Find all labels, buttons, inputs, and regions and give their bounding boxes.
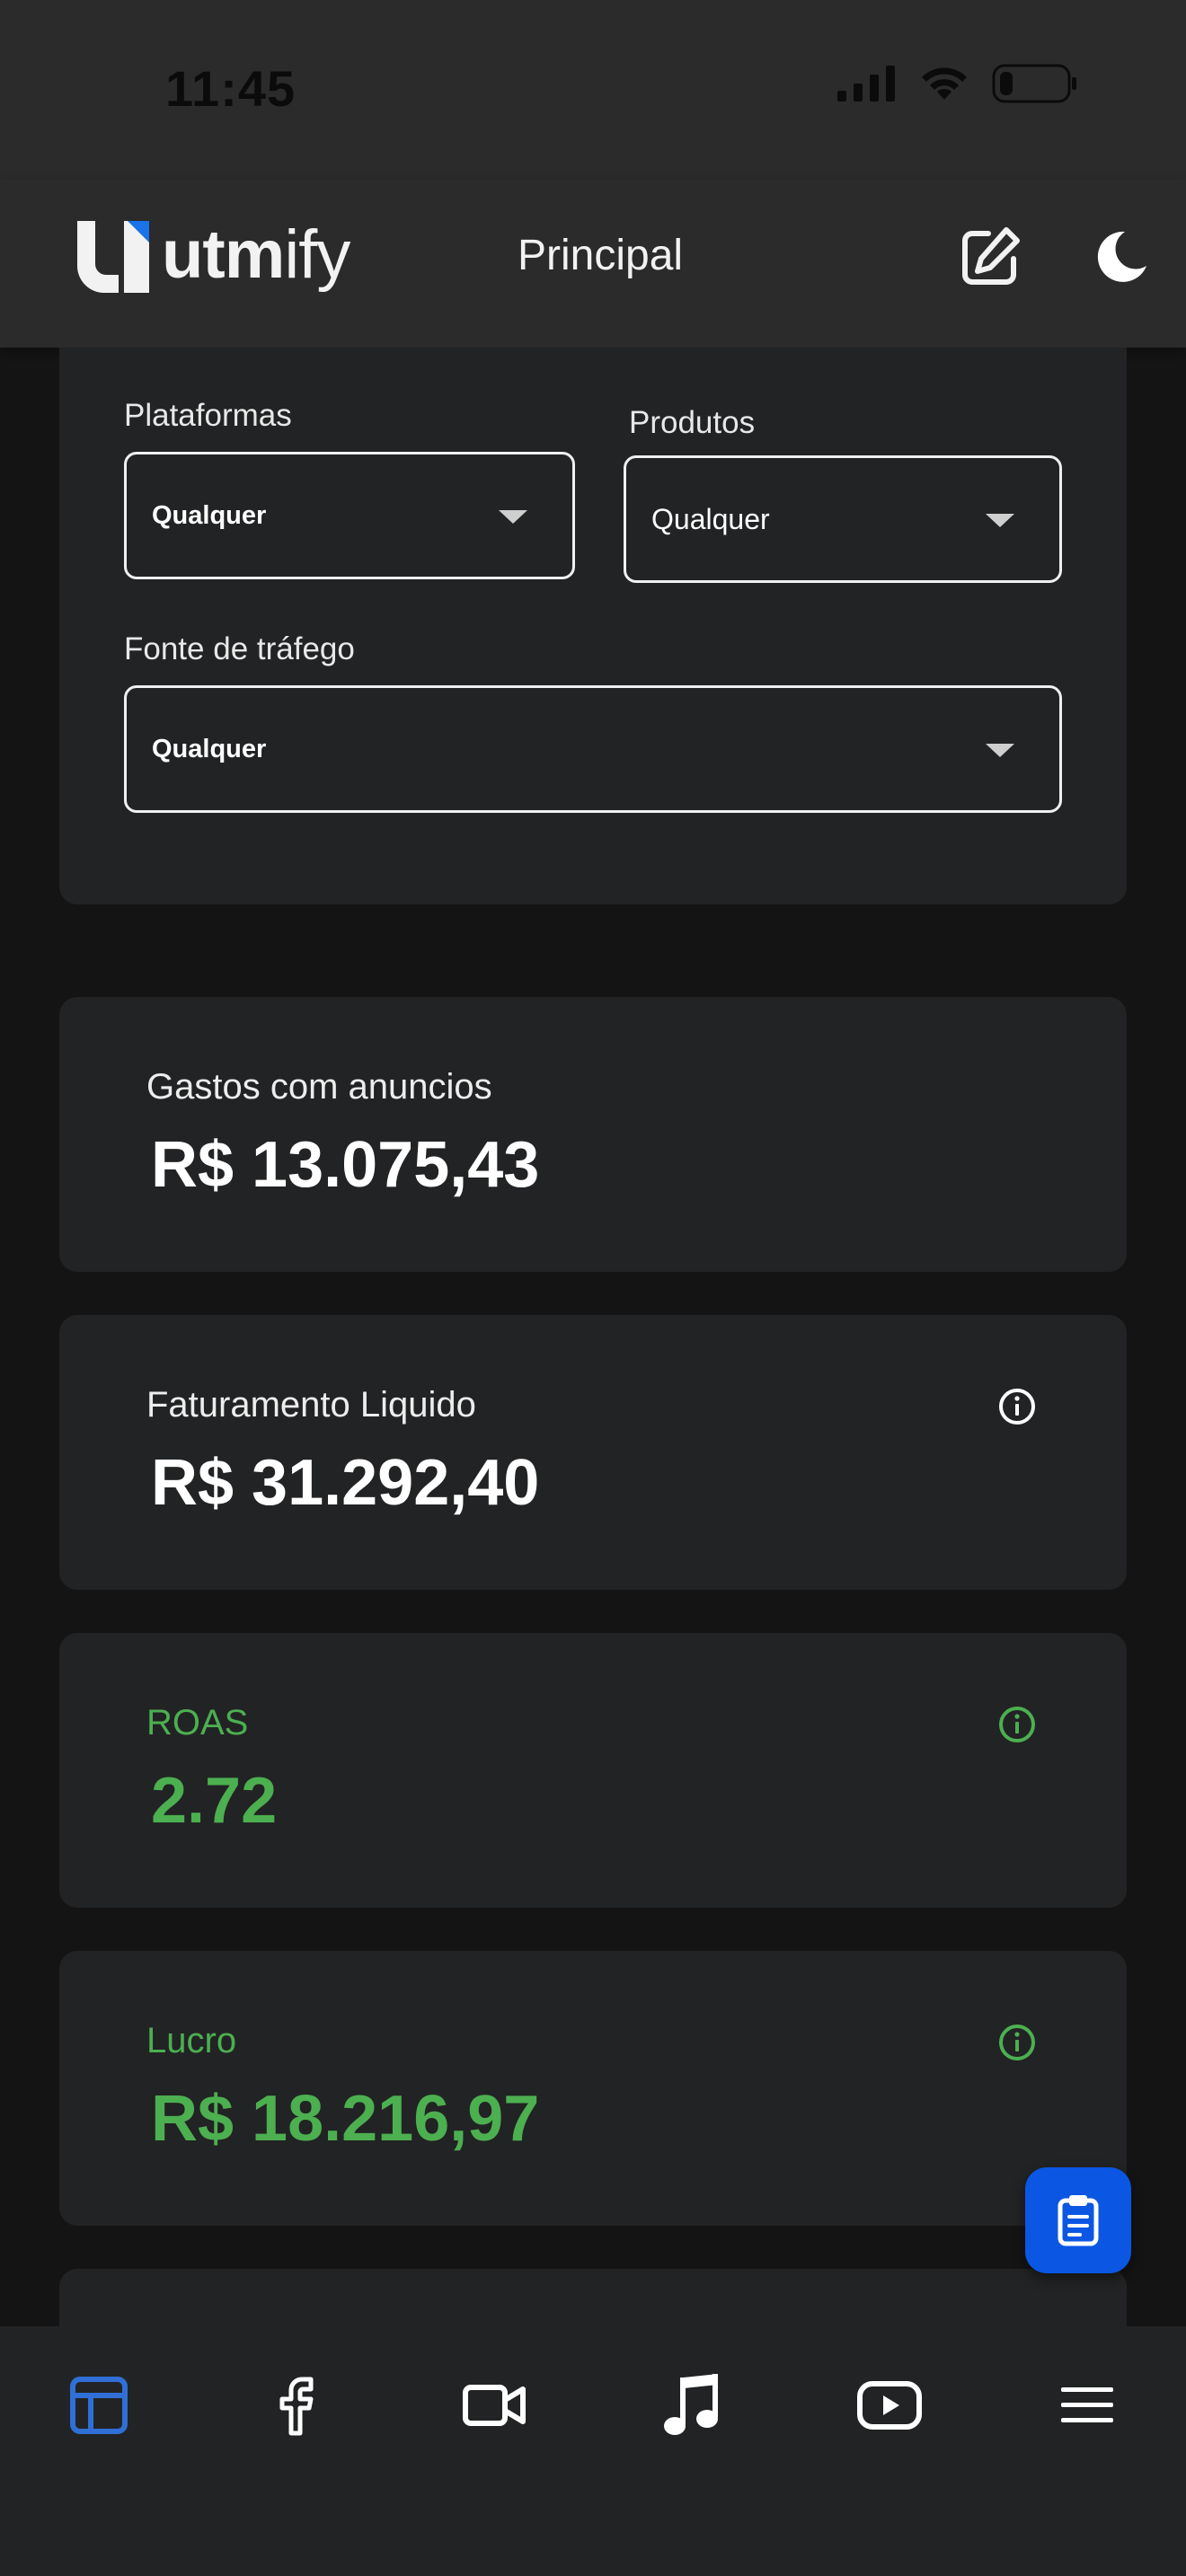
logo-mark-icon xyxy=(77,220,149,293)
filters-card: Plataformas Qualquer Produtos Qualquer F… xyxy=(59,348,1127,904)
traffic-source-select[interactable]: Qualquer xyxy=(124,685,1062,813)
music-icon xyxy=(664,2374,718,2435)
status-time: 11:45 xyxy=(165,60,296,117)
clipboard-icon xyxy=(1058,2195,1099,2246)
products-select[interactable]: Qualquer xyxy=(624,455,1062,583)
chevron-down-icon xyxy=(986,744,1014,757)
wifi-icon xyxy=(922,67,967,100)
metric-label: Lucro xyxy=(146,2021,237,2060)
metric-label: Faturamento Liquido xyxy=(146,1385,476,1425)
signal-icon xyxy=(837,66,895,101)
logo-text: utmify xyxy=(162,216,350,293)
traffic-source-label: Fonte de tráfego xyxy=(124,631,355,666)
clipboard-fab-button[interactable] xyxy=(1025,2167,1131,2273)
video-icon xyxy=(463,2385,526,2426)
dashboard-icon xyxy=(70,2377,128,2434)
info-icon[interactable] xyxy=(997,1705,1037,1744)
nav-menu[interactable] xyxy=(1048,2366,1127,2445)
platforms-select[interactable]: Qualquer xyxy=(124,452,575,579)
nav-video[interactable] xyxy=(455,2366,534,2445)
metric-value: R$ 13.075,43 xyxy=(151,1129,540,1201)
nav-facebook[interactable] xyxy=(257,2366,336,2445)
menu-icon xyxy=(1061,2387,1113,2422)
traffic-source-value: Qualquer xyxy=(152,734,267,763)
edit-icon xyxy=(962,227,1020,285)
battery-icon xyxy=(992,64,1076,103)
chevron-down-icon xyxy=(499,510,527,524)
metric-value: 2.72 xyxy=(151,1765,278,1837)
platforms-value: Qualquer xyxy=(152,500,267,530)
nav-music[interactable] xyxy=(652,2366,731,2445)
metric-card-profit: Lucro R$ 18.216,97 xyxy=(59,1951,1127,2226)
chevron-down-icon xyxy=(986,514,1014,527)
metric-label: ROAS xyxy=(146,1703,249,1742)
youtube-icon xyxy=(857,2381,922,2430)
app-header: utmify Principal xyxy=(0,180,1186,348)
facebook-icon xyxy=(279,2377,314,2436)
metric-card-roas: ROAS 2.72 xyxy=(59,1633,1127,1908)
platforms-label: Plataformas xyxy=(124,398,292,433)
bottom-nav xyxy=(0,2326,1186,2576)
metric-value: R$ 31.292,40 xyxy=(151,1447,540,1519)
metric-label: Gastos com anuncios xyxy=(146,1067,492,1107)
edit-button[interactable] xyxy=(958,225,1022,289)
nav-youtube[interactable] xyxy=(850,2366,929,2445)
products-label: Produtos xyxy=(629,405,756,440)
info-icon[interactable] xyxy=(997,1387,1037,1426)
metric-card-net-revenue: Faturamento Liquido R$ 31.292,40 xyxy=(59,1315,1127,1590)
info-icon[interactable] xyxy=(997,2023,1037,2062)
status-bar: 11:45 xyxy=(0,0,1186,180)
nav-dashboard[interactable] xyxy=(59,2366,138,2445)
moon-icon xyxy=(1097,231,1146,282)
products-value: Qualquer xyxy=(651,502,770,535)
theme-toggle-button[interactable] xyxy=(1091,226,1152,287)
utmify-logo[interactable]: utmify xyxy=(74,216,350,294)
status-icons xyxy=(836,63,1078,104)
page-title: Principal xyxy=(518,232,684,279)
metric-value: R$ 18.216,97 xyxy=(151,2083,540,2155)
metric-card-ad-spend: Gastos com anuncios R$ 13.075,43 xyxy=(59,997,1127,1272)
